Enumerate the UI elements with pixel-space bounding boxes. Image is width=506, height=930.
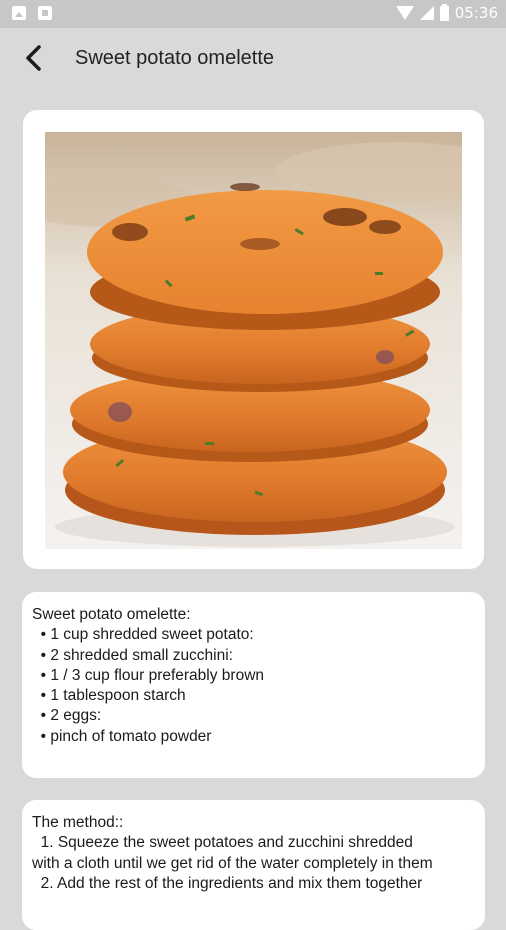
battery-icon — [439, 3, 449, 21]
ingredients-heading: Sweet potato omelette: — [32, 606, 195, 623]
recipe-photo — [45, 132, 462, 549]
image-notification-icon — [12, 6, 26, 20]
back-button[interactable] — [16, 40, 52, 76]
system-icons: 05:36 — [395, 3, 498, 22]
app-bar: Sweet potato omelette — [0, 28, 506, 90]
notification-icons — [12, 6, 52, 20]
method-step: 1. Squeeze the sweet potatoes and zucchi… — [32, 834, 413, 852]
method-step: with a cloth until we get rid of the wat… — [32, 854, 433, 872]
ingredient-item: • 1 cup shredded sweet potato: — [32, 626, 254, 644]
status-time: 05:36 — [454, 4, 498, 22]
ingredient-item: • 2 shredded small zucchini: — [32, 646, 233, 664]
wifi-icon — [395, 6, 414, 20]
method-step: 2. Add the rest of the ingredients and m… — [32, 874, 423, 892]
method-card: The method:: 1. Squeeze the sweet potato… — [22, 800, 485, 930]
status-bar: 05:36 — [0, 0, 506, 28]
ingredients-card: Sweet potato omelette: • 1 cup shredded … — [22, 592, 485, 778]
ingredient-item: • 1 tablespoon starch — [32, 687, 186, 705]
ingredient-item: • 1 / 3 cup flour preferably brown — [32, 666, 265, 684]
page-title: Sweet potato omelette — [75, 47, 275, 69]
method-heading: The method:: — [32, 814, 124, 831]
ingredient-item: • 2 eggs: — [32, 707, 102, 725]
recipe-image-card — [23, 110, 484, 569]
ingredient-item: • pinch of tomato powder — [32, 727, 212, 745]
cell-signal-icon — [419, 6, 434, 20]
photo-notification-icon — [38, 6, 52, 20]
arrow-back-icon — [26, 45, 41, 71]
